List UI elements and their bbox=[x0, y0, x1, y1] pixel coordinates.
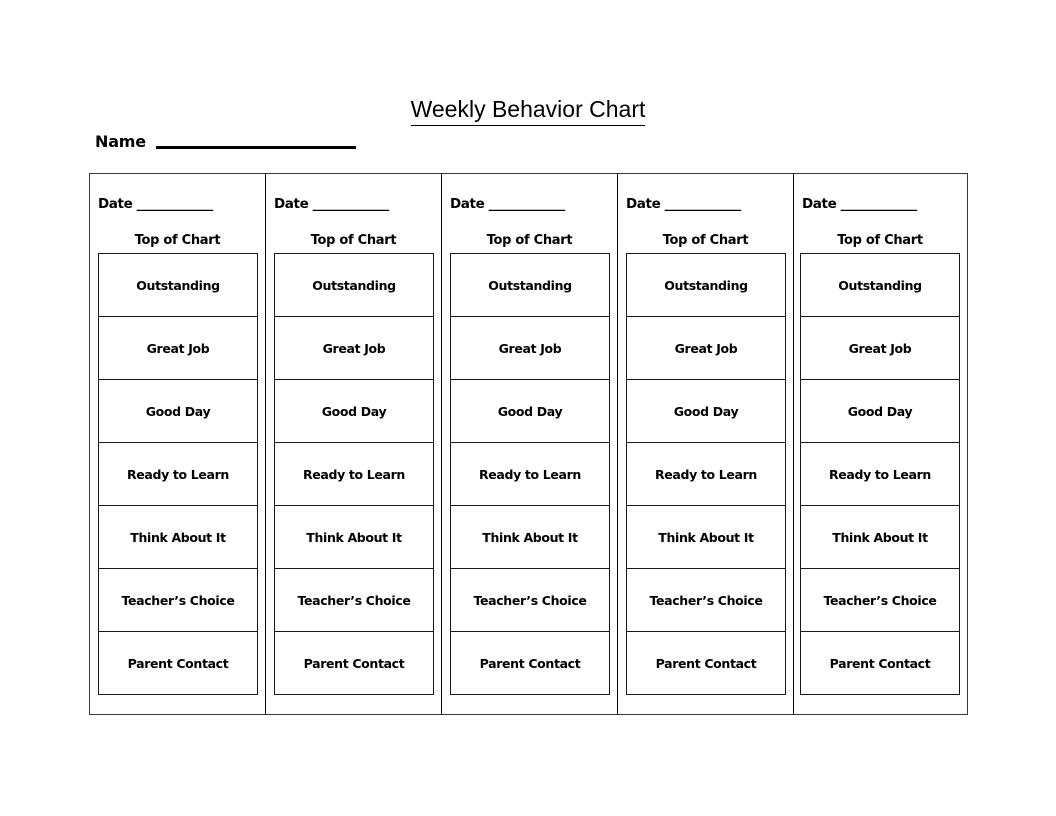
table-row[interactable]: Ready to Learn bbox=[98, 442, 258, 506]
page-title-text: Weekly Behavior Chart bbox=[410, 96, 646, 126]
table-row[interactable]: Teacher’s Choice bbox=[274, 568, 434, 632]
table-row[interactable]: Parent Contact bbox=[98, 631, 258, 695]
table-row[interactable]: Great Job bbox=[800, 316, 960, 380]
table-row[interactable]: Ready to Learn bbox=[626, 442, 786, 506]
table-row[interactable]: Outstanding bbox=[800, 253, 960, 317]
table-row[interactable]: Good Day bbox=[626, 379, 786, 443]
table-row[interactable]: Think About It bbox=[98, 505, 258, 569]
table-row[interactable]: Good Day bbox=[450, 379, 610, 443]
level-cell-great-job[interactable]: Great Job bbox=[274, 316, 434, 380]
table-row[interactable]: Great Job bbox=[626, 316, 786, 380]
table-row[interactable]: Ready to Learn bbox=[450, 442, 610, 506]
table-row[interactable]: Think About It bbox=[626, 505, 786, 569]
level-cell-ready-to-learn[interactable]: Ready to Learn bbox=[626, 442, 786, 506]
day-column-3: Date ____________ Top of Chart Outstandi… bbox=[442, 174, 618, 714]
level-cell-good-day[interactable]: Good Day bbox=[800, 379, 960, 443]
date-blank-1[interactable]: Date ____________ bbox=[98, 196, 213, 212]
level-cell-ready-to-learn[interactable]: Ready to Learn bbox=[450, 442, 610, 506]
level-cell-teachers-choice[interactable]: Teacher’s Choice bbox=[450, 568, 610, 632]
level-cell-outstanding[interactable]: Outstanding bbox=[626, 253, 786, 317]
level-cell-good-day[interactable]: Good Day bbox=[626, 379, 786, 443]
level-cell-ready-to-learn[interactable]: Ready to Learn bbox=[274, 442, 434, 506]
level-cell-outstanding[interactable]: Outstanding bbox=[274, 253, 434, 317]
behavior-level-table-1: Outstanding Great Job Good Day Ready to … bbox=[98, 253, 258, 695]
level-cell-think-about-it[interactable]: Think About It bbox=[98, 505, 258, 569]
day-column-2: Date ____________ Top of Chart Outstandi… bbox=[266, 174, 442, 714]
level-cell-outstanding[interactable]: Outstanding bbox=[98, 253, 258, 317]
level-cell-think-about-it[interactable]: Think About It bbox=[800, 505, 960, 569]
table-row[interactable]: Parent Contact bbox=[800, 631, 960, 695]
date-blank-5[interactable]: Date ____________ bbox=[802, 196, 917, 212]
level-cell-think-about-it[interactable]: Think About It bbox=[626, 505, 786, 569]
level-cell-parent-contact[interactable]: Parent Contact bbox=[626, 631, 786, 695]
top-of-chart-label-1: Top of Chart bbox=[134, 233, 221, 248]
table-row[interactable]: Teacher’s Choice bbox=[98, 568, 258, 632]
table-row[interactable]: Think About It bbox=[450, 505, 610, 569]
table-row[interactable]: Parent Contact bbox=[450, 631, 610, 695]
table-row[interactable]: Great Job bbox=[98, 316, 258, 380]
day-column-1: Date ____________ Top of Chart Outstandi… bbox=[90, 174, 266, 714]
table-row[interactable]: Good Day bbox=[98, 379, 258, 443]
table-row[interactable]: Outstanding bbox=[626, 253, 786, 317]
behavior-level-table-3: Outstanding Great Job Good Day Ready to … bbox=[450, 253, 610, 695]
table-row[interactable]: Ready to Learn bbox=[800, 442, 960, 506]
level-cell-teachers-choice[interactable]: Teacher’s Choice bbox=[274, 568, 434, 632]
date-blank-4[interactable]: Date ____________ bbox=[626, 196, 741, 212]
table-row[interactable]: Teacher’s Choice bbox=[450, 568, 610, 632]
day-column-4: Date ____________ Top of Chart Outstandi… bbox=[618, 174, 794, 714]
level-cell-parent-contact[interactable]: Parent Contact bbox=[274, 631, 434, 695]
level-cell-ready-to-learn[interactable]: Ready to Learn bbox=[98, 442, 258, 506]
level-cell-ready-to-learn[interactable]: Ready to Learn bbox=[800, 442, 960, 506]
level-cell-great-job[interactable]: Great Job bbox=[98, 316, 258, 380]
top-of-chart-label-4: Top of Chart bbox=[662, 233, 749, 248]
table-row[interactable]: Great Job bbox=[450, 316, 610, 380]
level-cell-parent-contact[interactable]: Parent Contact bbox=[98, 631, 258, 695]
date-blank-3[interactable]: Date ____________ bbox=[450, 196, 565, 212]
level-cell-great-job[interactable]: Great Job bbox=[626, 316, 786, 380]
table-row[interactable]: Parent Contact bbox=[626, 631, 786, 695]
page-title: Weekly Behavior Chart bbox=[0, 96, 1056, 126]
table-row[interactable]: Parent Contact bbox=[274, 631, 434, 695]
name-field-row: Name bbox=[95, 128, 356, 152]
top-of-chart-label-3: Top of Chart bbox=[486, 233, 573, 248]
table-row[interactable]: Teacher’s Choice bbox=[800, 568, 960, 632]
level-cell-great-job[interactable]: Great Job bbox=[450, 316, 610, 380]
level-cell-parent-contact[interactable]: Parent Contact bbox=[450, 631, 610, 695]
date-blank-2[interactable]: Date ____________ bbox=[274, 196, 389, 212]
behavior-level-table-4: Outstanding Great Job Good Day Ready to … bbox=[626, 253, 786, 695]
top-of-chart-label-2: Top of Chart bbox=[310, 233, 397, 248]
level-cell-good-day[interactable]: Good Day bbox=[98, 379, 258, 443]
level-cell-think-about-it[interactable]: Think About It bbox=[274, 505, 434, 569]
level-cell-teachers-choice[interactable]: Teacher’s Choice bbox=[800, 568, 960, 632]
table-row[interactable]: Think About It bbox=[274, 505, 434, 569]
behavior-level-table-2: Outstanding Great Job Good Day Ready to … bbox=[274, 253, 434, 695]
table-row[interactable]: Think About It bbox=[800, 505, 960, 569]
top-of-chart-label-5: Top of Chart bbox=[837, 233, 923, 248]
level-cell-teachers-choice[interactable]: Teacher’s Choice bbox=[98, 568, 258, 632]
level-cell-outstanding[interactable]: Outstanding bbox=[450, 253, 610, 317]
table-row[interactable]: Outstanding bbox=[274, 253, 434, 317]
name-input-blank[interactable] bbox=[155, 146, 356, 149]
level-cell-great-job[interactable]: Great Job bbox=[800, 316, 960, 380]
table-row[interactable]: Ready to Learn bbox=[274, 442, 434, 506]
weekly-behavior-chart-grid: Date ____________ Top of Chart Outstandi… bbox=[89, 173, 968, 715]
table-row[interactable]: Good Day bbox=[274, 379, 434, 443]
level-cell-teachers-choice[interactable]: Teacher’s Choice bbox=[626, 568, 786, 632]
day-column-5: Date ____________ Top of Chart Outstandi… bbox=[794, 174, 966, 714]
name-label: Name bbox=[95, 132, 146, 151]
table-row[interactable]: Great Job bbox=[274, 316, 434, 380]
behavior-level-table-5: Outstanding Great Job Good Day Ready to … bbox=[800, 253, 960, 695]
level-cell-good-day[interactable]: Good Day bbox=[450, 379, 610, 443]
level-cell-good-day[interactable]: Good Day bbox=[274, 379, 434, 443]
level-cell-parent-contact[interactable]: Parent Contact bbox=[800, 631, 960, 695]
level-cell-outstanding[interactable]: Outstanding bbox=[800, 253, 960, 317]
table-row[interactable]: Good Day bbox=[800, 379, 960, 443]
table-row[interactable]: Outstanding bbox=[450, 253, 610, 317]
table-row[interactable]: Outstanding bbox=[98, 253, 258, 317]
table-row[interactable]: Teacher’s Choice bbox=[626, 568, 786, 632]
level-cell-think-about-it[interactable]: Think About It bbox=[450, 505, 610, 569]
